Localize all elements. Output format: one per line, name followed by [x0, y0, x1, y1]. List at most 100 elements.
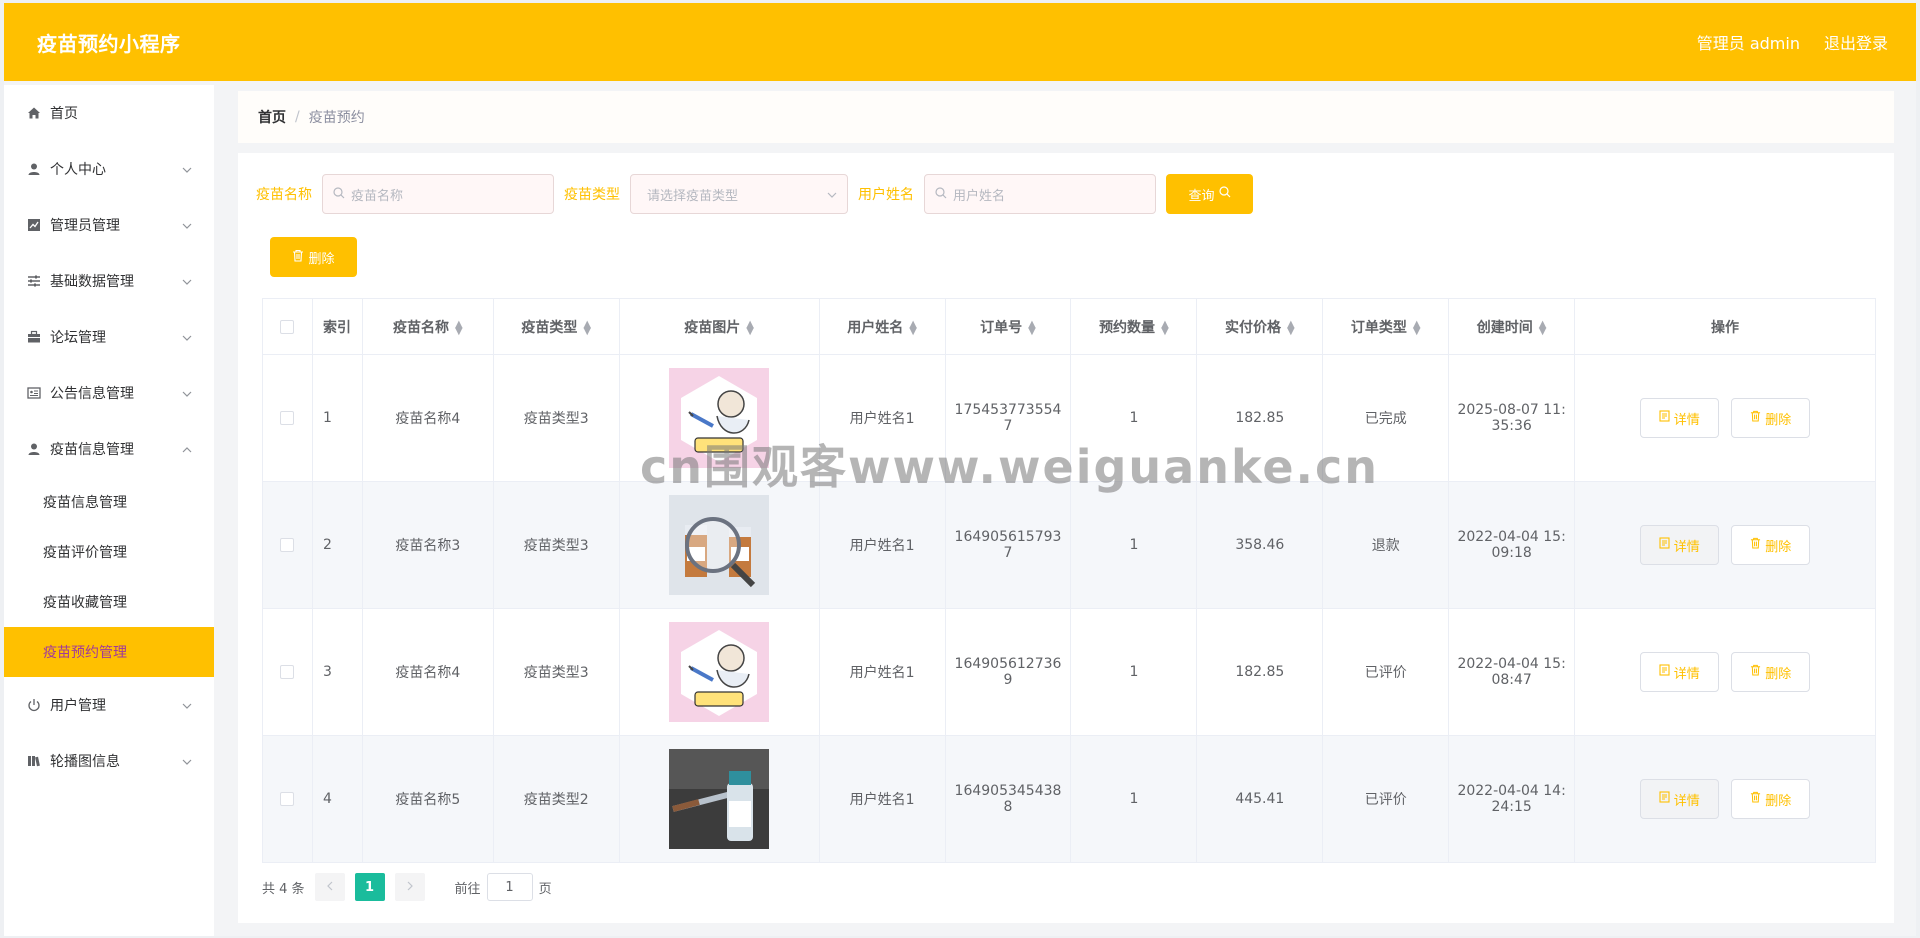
sidebar-item-label: 基础数据管理 [50, 274, 134, 290]
sort-icon[interactable]: ▲ ▼ [909, 319, 917, 336]
detail-button[interactable]: 详情 [1639, 525, 1719, 565]
goto-page-input[interactable]: 1 [486, 873, 533, 901]
sort-icon[interactable]: ▲ ▼ [1028, 319, 1036, 336]
sidebar-item-home[interactable]: 首页 [4, 85, 214, 141]
cell-created-time: 2022-04-04 14: 24:15 [1448, 735, 1576, 863]
vaccine-poster-image[interactable] [669, 368, 770, 468]
admin-user-label[interactable]: 管理员 admin [1697, 30, 1800, 54]
sidebar-item-user-management[interactable]: 用户管理 [4, 677, 214, 733]
bulk-delete-button[interactable]: 删除 [270, 237, 357, 277]
sidebar-subitem-vaccine-info[interactable]: 疫苗信息管理 [4, 477, 214, 527]
column-header[interactable]: 订单类型 ▲ ▼ [1322, 298, 1450, 355]
sort-icon[interactable]: ▲ ▼ [583, 319, 591, 336]
row-delete-button[interactable]: 删除 [1731, 398, 1811, 438]
row-delete-button[interactable]: 删除 [1731, 652, 1811, 692]
cell-price: 182.85 [1196, 608, 1324, 736]
query-button[interactable]: 查询 [1166, 174, 1253, 214]
vaccine-poster-image[interactable] [669, 622, 770, 722]
order-number-line: 7 [1003, 418, 1013, 434]
vial-syringe-image[interactable] [669, 749, 770, 849]
logout-link[interactable]: 退出登录 [1824, 30, 1888, 54]
row-select-cell[interactable] [262, 354, 313, 482]
sidebar-item-label: 论坛管理 [50, 330, 106, 346]
column-header[interactable]: 订单号 ▲ ▼ [944, 298, 1072, 355]
row-checkbox[interactable] [280, 792, 295, 806]
sidebar-item-personal-center[interactable]: 个人中心 [4, 141, 214, 197]
search-icon [1218, 186, 1231, 202]
column-header[interactable]: 预约数量 ▲ ▼ [1070, 298, 1198, 355]
sidebar-item-admin-management[interactable]: 管理员管理 [4, 197, 214, 253]
cell-vaccine-type: 疫苗类型3 [492, 481, 620, 609]
column-header[interactable]: 用户姓名 ▲ ▼ [818, 298, 946, 355]
search-icon [935, 186, 947, 202]
sort-icon[interactable]: ▲ ▼ [1287, 319, 1295, 336]
chevron-left-icon [326, 880, 333, 895]
cell-order-number: 175453773554 7 [944, 354, 1072, 482]
user-name-label: 用户姓名 [858, 187, 914, 203]
cell-vaccine-name: 疫苗名称3 [361, 481, 494, 609]
sort-icon[interactable]: ▲ ▼ [1413, 319, 1421, 336]
sort-icon[interactable]: ▲ ▼ [746, 319, 754, 336]
breadcrumb-home[interactable]: 首页 [258, 107, 286, 127]
row-select-cell[interactable] [262, 608, 313, 736]
detail-button[interactable]: 详情 [1639, 398, 1719, 438]
vaccine-name-input[interactable]: 疫苗名称 [322, 174, 554, 214]
column-header[interactable]: 疫苗图片 ▲ ▼ [618, 298, 820, 355]
sidebar-subitem-vaccine-favorite[interactable]: 疫苗收藏管理 [4, 577, 214, 627]
time-line: 2022-04-04 15: [1457, 656, 1566, 672]
sliders-icon [26, 273, 42, 289]
sidebar-item-label: 轮播图信息 [50, 754, 120, 770]
detail-button[interactable]: 详情 [1639, 779, 1719, 819]
select-all-cell[interactable] [262, 298, 313, 355]
column-header-label: 预约数量 [1099, 319, 1156, 336]
sidebar-subitem-vaccine-booking[interactable]: 疫苗预约管理 [4, 627, 214, 677]
select-all-checkbox[interactable] [280, 319, 295, 334]
detail-button[interactable]: 详情 [1639, 652, 1719, 692]
prev-page-button[interactable] [314, 873, 345, 901]
sidebar-item-forum[interactable]: 论坛管理 [4, 309, 214, 365]
sidebar-item-vaccine-info[interactable]: 疫苗信息管理 [4, 421, 214, 477]
cell-quantity: 1 [1070, 608, 1198, 736]
cell-vaccine-name: 疫苗名称4 [361, 354, 494, 482]
table-row: 2 疫苗名称3 疫苗类型3 用户姓名1 164905615793 7 1 358… [262, 481, 1876, 609]
row-select-cell[interactable] [262, 481, 313, 609]
sort-icon[interactable]: ▲ ▼ [1539, 319, 1547, 336]
sidebar-item-notice[interactable]: 公告信息管理 [4, 365, 214, 421]
detail-button-label: 详情 [1673, 793, 1700, 809]
user-name-input[interactable]: 用户姓名 [924, 174, 1156, 214]
sidebar-item-basic-data[interactable]: 基础数据管理 [4, 253, 214, 309]
column-header: 操作 [1574, 298, 1876, 355]
row-delete-button[interactable]: 删除 [1731, 779, 1811, 819]
column-header[interactable]: 疫苗类型 ▲ ▼ [492, 298, 620, 355]
sidebar-item-carousel[interactable]: 轮播图信息 [4, 733, 214, 789]
bulk-delete-label: 删除 [308, 251, 335, 267]
row-delete-button[interactable]: 删除 [1731, 525, 1811, 565]
time-line: 24:15 [1491, 799, 1532, 815]
column-header[interactable]: 疫苗名称 ▲ ▼ [361, 298, 494, 355]
order-number-line: 164905345438 [954, 783, 1062, 799]
user-name-placeholder: 用户姓名 [953, 188, 1006, 204]
vaccine-type-select[interactable]: 请选择疫苗类型 [630, 174, 848, 214]
sidebar-item-label: 用户管理 [50, 698, 106, 714]
chevron-down-icon [182, 386, 192, 400]
magnifier-vials-image[interactable] [669, 495, 770, 595]
sidebar-subitem-vaccine-review[interactable]: 疫苗评价管理 [4, 527, 214, 577]
order-number-line: 9 [1003, 672, 1013, 688]
breadcrumb: 首页 / 疫苗预约 [238, 91, 1894, 143]
column-header[interactable]: 创建时间 ▲ ▼ [1448, 298, 1576, 355]
row-delete-label: 删除 [1765, 539, 1792, 555]
page-number-button[interactable]: 1 [354, 873, 385, 901]
sort-icon[interactable]: ▲ ▼ [455, 319, 463, 336]
row-checkbox[interactable] [280, 665, 295, 679]
chevron-down-icon [182, 162, 192, 176]
trash-icon [1750, 537, 1761, 553]
row-checkbox[interactable] [280, 411, 295, 425]
column-header[interactable]: 实付价格 ▲ ▼ [1196, 298, 1324, 355]
sidebar-item-label: 首页 [50, 106, 78, 122]
row-select-cell[interactable] [262, 735, 313, 863]
cell-index: 4 [311, 735, 363, 863]
pagination: 共 4 条 1 前往 1 页 [262, 873, 552, 901]
next-page-button[interactable] [394, 873, 425, 901]
row-checkbox[interactable] [280, 538, 295, 552]
sort-icon[interactable]: ▲ ▼ [1161, 319, 1169, 336]
